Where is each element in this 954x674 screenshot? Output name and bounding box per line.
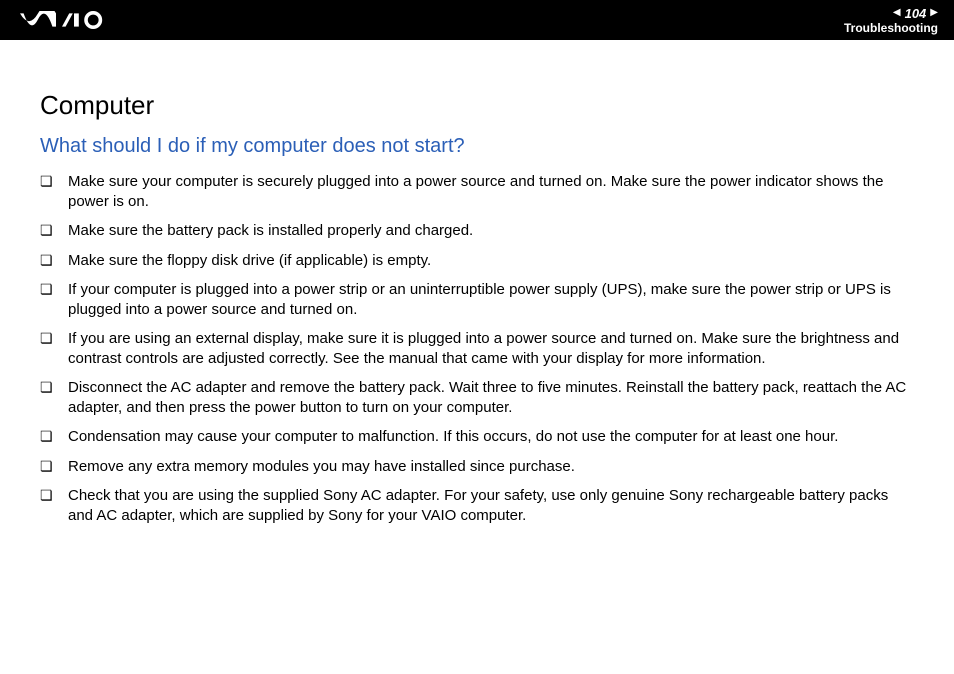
header-bar: ◀ 104 ▶ Troubleshooting (0, 0, 954, 40)
list-item: Condensation may cause your computer to … (40, 427, 914, 447)
page-number: 104 (905, 7, 927, 20)
vaio-logo (20, 11, 116, 29)
prev-page-arrow[interactable]: ◀ (893, 8, 901, 18)
list-item: Make sure your computer is securely plug… (40, 172, 914, 211)
list-item: If you are using an external display, ma… (40, 329, 914, 368)
bullet-list: Make sure your computer is securely plug… (40, 172, 914, 525)
section-label: Troubleshooting (844, 22, 938, 34)
vaio-logo-svg (20, 11, 116, 29)
page-root: ◀ 104 ▶ Troubleshooting Computer What sh… (0, 0, 954, 674)
content-area: Computer What should I do if my computer… (0, 40, 954, 674)
list-item: If your computer is plugged into a power… (40, 280, 914, 319)
list-item: Disconnect the AC adapter and remove the… (40, 378, 914, 417)
list-item: Make sure the battery pack is installed … (40, 221, 914, 241)
list-item: Make sure the floppy disk drive (if appl… (40, 251, 914, 271)
next-page-arrow[interactable]: ▶ (930, 8, 938, 18)
page-title: Computer (40, 90, 914, 121)
header-right: ◀ 104 ▶ Troubleshooting (844, 7, 938, 34)
list-item: Check that you are using the supplied So… (40, 486, 914, 525)
list-item: Remove any extra memory modules you may … (40, 457, 914, 477)
page-subtitle: What should I do if my computer does not… (40, 135, 914, 158)
page-nav: ◀ 104 ▶ (893, 7, 938, 20)
